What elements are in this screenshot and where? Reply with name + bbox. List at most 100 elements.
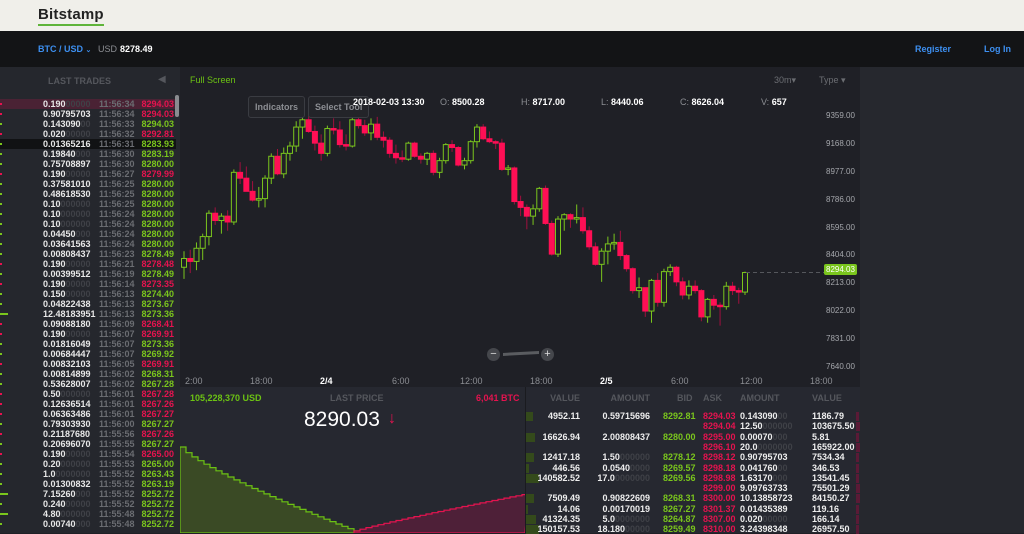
orderbook-cell[interactable]: 8298.98	[703, 473, 736, 483]
orderbook-cell[interactable]: 17.00000000	[597, 473, 650, 483]
trade-row[interactable]: 0.01816049 11:56:07 8273.36	[0, 339, 176, 349]
orderbook-cell[interactable]: 446.56	[552, 463, 580, 473]
orderbook-cell[interactable]: 1.50000000	[602, 452, 650, 462]
orderbook-cell[interactable]: 20.00000000	[740, 442, 793, 452]
orderbook-cell[interactable]: 8298.12	[703, 452, 736, 462]
trade-row[interactable]: 0.79303930 11:56:00 8267.27	[0, 419, 176, 429]
orderbook-cell[interactable]: 8301.37	[703, 504, 736, 514]
trade-row[interactable]: 0.19000000 11:55:54 8265.00	[0, 449, 176, 459]
trade-row[interactable]: 0.00814899 11:56:02 8268.31	[0, 369, 176, 379]
trade-row[interactable]: 12.48183951 11:56:13 8273.36	[0, 309, 176, 319]
pair-selector[interactable]: BTC / USD ⌄	[38, 44, 91, 54]
trade-row[interactable]: 0.19000000 11:56:14 8273.35	[0, 279, 176, 289]
orderbook-cell[interactable]: 8269.56	[663, 473, 696, 483]
orderbook-cell[interactable]: 8267.27	[663, 504, 696, 514]
trade-row[interactable]: 0.24000000 11:55:52 8252.72	[0, 499, 176, 509]
orderbook-cell[interactable]: 103675.50	[812, 421, 855, 431]
trade-row[interactable]: 0.00832103 11:56:05 8269.91	[0, 359, 176, 369]
trade-row[interactable]: 0.10000000 11:56:24 8280.00	[0, 219, 176, 229]
trade-row[interactable]: 0.37581010 11:56:25 8280.00	[0, 179, 176, 189]
orderbook-cell[interactable]: 8264.87	[663, 514, 696, 524]
trade-row[interactable]: 0.00684447 11:56:07 8269.92	[0, 349, 176, 359]
trade-row[interactable]: 4.80000000 11:55:48 8252.72	[0, 509, 176, 519]
trade-row[interactable]: 0.03641563 11:56:24 8280.00	[0, 239, 176, 249]
trade-row[interactable]: 0.75708897 11:56:30 8280.00	[0, 159, 176, 169]
trade-row[interactable]: 0.19000000 11:56:07 8269.91	[0, 329, 176, 339]
orderbook-cell[interactable]: 8295.00	[703, 432, 736, 442]
orderbook-cell[interactable]: 0.01435389	[740, 504, 788, 514]
orderbook-cell[interactable]: 5.00000000	[602, 514, 650, 524]
full-screen-button[interactable]: Full Screen	[190, 75, 236, 85]
orderbook-cell[interactable]: 41324.35	[542, 514, 580, 524]
orderbook-cell[interactable]: 8269.57	[663, 463, 696, 473]
trade-row[interactable]: 0.00808437 11:56:23 8278.49	[0, 249, 176, 259]
zoom-in-icon[interactable]: +	[541, 348, 554, 361]
indicators-button[interactable]: Indicators	[248, 96, 306, 118]
trade-row[interactable]: 0.01300832 11:55:52 8263.19	[0, 479, 176, 489]
orderbook-cell[interactable]: 8292.81	[663, 411, 696, 421]
orderbook-cell[interactable]: 1.63170000	[740, 473, 788, 483]
trade-row[interactable]: 0.04450000 11:56:24 8280.00	[0, 229, 176, 239]
trade-row[interactable]: 0.48618530 11:56:25 8280.00	[0, 189, 176, 199]
sound-icon[interactable]: ◀	[158, 74, 166, 85]
trade-row[interactable]: 0.90795703 11:56:34 8294.03	[0, 109, 176, 119]
orderbook-cell[interactable]: 8296.10	[703, 442, 736, 452]
trade-row[interactable]: 0.10000000 11:56:24 8280.00	[0, 209, 176, 219]
trade-row[interactable]: 0.20000000 11:55:53 8265.00	[0, 459, 176, 469]
interval-dropdown[interactable]: 30m▾	[774, 75, 796, 86]
trade-row[interactable]: 0.06363486 11:56:01 8267.27	[0, 409, 176, 419]
orderbook-cell[interactable]: 9.09763733	[740, 483, 788, 493]
trade-row[interactable]: 0.20696070 11:55:55 8267.27	[0, 439, 176, 449]
orderbook-cell[interactable]: 0.90795703	[740, 452, 788, 462]
trade-row[interactable]: 0.00740000 11:55:48 8252.72	[0, 519, 176, 529]
orderbook-cell[interactable]: 7534.34	[812, 452, 845, 462]
orderbook-cell[interactable]: 8294.04	[703, 421, 736, 431]
orderbook-cell[interactable]: 0.05400000	[602, 463, 650, 473]
trade-row[interactable]: 0.53628007 11:56:02 8267.28	[0, 379, 176, 389]
register-link[interactable]: Register	[915, 44, 951, 54]
orderbook-cell[interactable]: 14.06	[557, 504, 580, 514]
orderbook-cell[interactable]: 0.59715696	[602, 411, 650, 421]
orderbook-cell[interactable]: 8278.12	[663, 452, 696, 462]
trade-row[interactable]: 0.04822438 11:56:13 8273.67	[0, 299, 176, 309]
trade-row[interactable]: 0.15000000 11:56:13 8274.40	[0, 289, 176, 299]
trade-row[interactable]: 0.50000000 11:56:01 8267.28	[0, 389, 176, 399]
orderbook-cell[interactable]: 12417.18	[542, 452, 580, 462]
trade-row[interactable]: 0.00399512 11:56:19 8278.49	[0, 269, 176, 279]
orderbook-cell[interactable]: 0.90822609	[602, 493, 650, 503]
chart-type-dropdown[interactable]: Type ▾	[819, 75, 846, 86]
trade-row[interactable]: 0.19000000 11:56:27 8279.99	[0, 169, 176, 179]
orderbook-cell[interactable]: 4952.11	[548, 411, 580, 421]
trade-row[interactable]: 0.09088180 11:56:09 8268.41	[0, 319, 176, 329]
orderbook-cell[interactable]: 13541.45	[812, 473, 850, 483]
orderbook-cell[interactable]: 12.50000000	[740, 421, 793, 431]
trade-row[interactable]: 0.12636514 11:56:01 8267.26	[0, 399, 176, 409]
orderbook-cell[interactable]: 2.00808437	[602, 432, 650, 442]
trade-row[interactable]: 0.19840000 11:56:30 8283.19	[0, 149, 176, 159]
trade-row[interactable]: 0.19000000 11:56:34 8294.03	[0, 99, 176, 109]
login-link[interactable]: Log In	[984, 44, 1011, 54]
orderbook-cell[interactable]: 165922.00	[812, 442, 855, 452]
trade-row[interactable]: 0.10000000 11:56:25 8280.00	[0, 199, 176, 209]
orderbook-cell[interactable]: 7509.49	[547, 493, 580, 503]
trade-row[interactable]: 0.14309000 11:56:33 8294.03	[0, 119, 176, 129]
orderbook-cell[interactable]: 0.14309000	[740, 411, 788, 421]
orderbook-cell[interactable]: 8299.00	[703, 483, 736, 493]
orderbook-cell[interactable]: 140582.52	[537, 473, 580, 483]
orderbook-cell[interactable]: 8298.18	[703, 463, 736, 473]
orderbook-cell[interactable]: 1186.79	[812, 411, 844, 421]
trade-row[interactable]: 0.02000000 11:56:32 8292.81	[0, 129, 176, 139]
orderbook-cell[interactable]: 0.00170019	[602, 504, 650, 514]
zoom-out-icon[interactable]: −	[487, 348, 500, 361]
trade-row[interactable]: 1.00000000 11:55:52 8263.43	[0, 469, 176, 479]
orderbook-cell[interactable]: 75501.29	[812, 483, 850, 493]
orderbook-cell[interactable]: 8280.00	[663, 432, 696, 442]
orderbook-cell[interactable]: 0.00070000	[740, 432, 788, 442]
orderbook-cell[interactable]: 8307.00	[703, 514, 736, 524]
orderbook-cell[interactable]: 8300.00	[703, 493, 736, 503]
orderbook-cell[interactable]: 8268.31	[663, 493, 696, 503]
trade-row[interactable]: 7.15260000 11:55:52 8252.72	[0, 489, 176, 499]
orderbook-cell[interactable]: 166.14	[812, 514, 840, 524]
trade-row[interactable]: 0.21187680 11:55:56 8267.26	[0, 429, 176, 439]
trade-row[interactable]: 0.19000000 11:56:21 8278.48	[0, 259, 176, 269]
